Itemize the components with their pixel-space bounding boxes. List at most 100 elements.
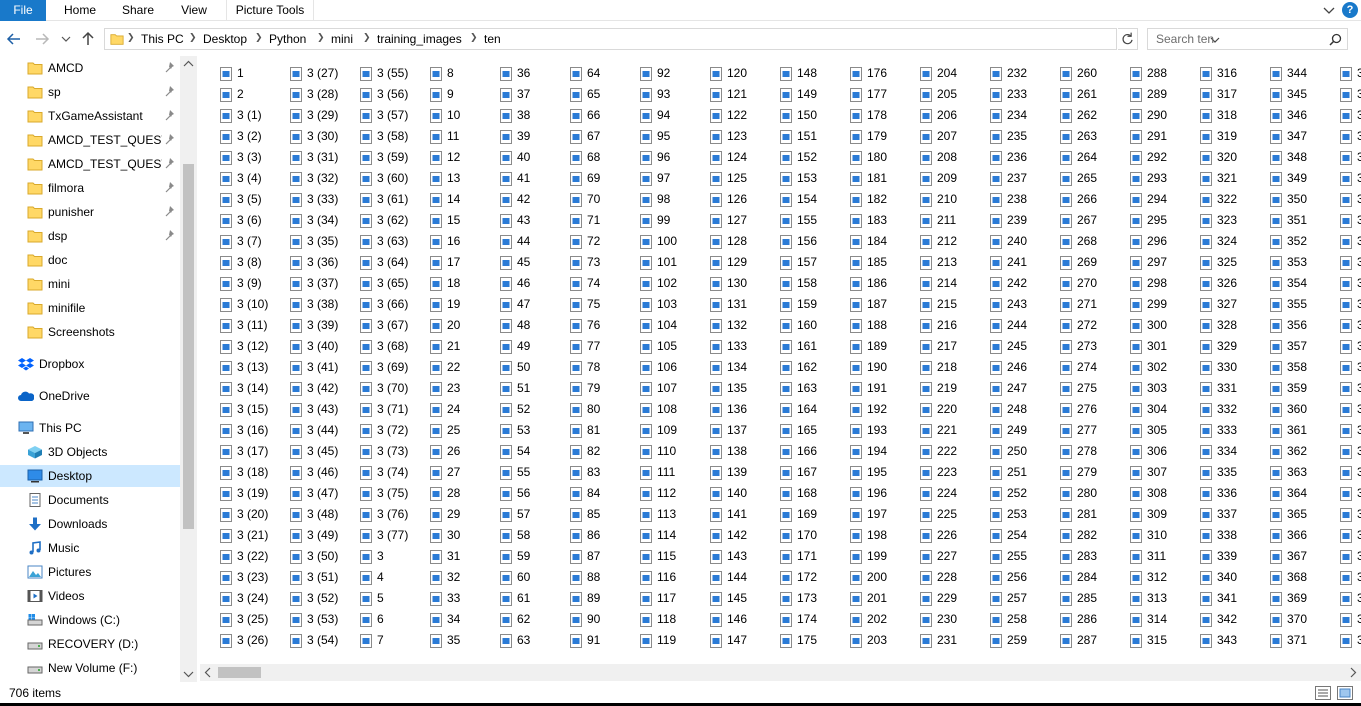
file-item[interactable]: 3 (1320, 440, 1361, 461)
file-item[interactable]: 193 (830, 419, 900, 440)
file-item[interactable]: 44 (480, 230, 550, 251)
tab-file[interactable]: File (0, 0, 46, 21)
file-item[interactable]: 94 (620, 104, 690, 125)
scroll-down-arrow-icon[interactable] (180, 665, 197, 682)
file-item[interactable]: 3 (43) (270, 398, 340, 419)
file-item[interactable]: 64 (550, 62, 620, 83)
file-item[interactable]: 321 (1180, 167, 1250, 188)
file-item[interactable]: 264 (1040, 146, 1110, 167)
file-item[interactable]: 240 (970, 230, 1040, 251)
file-item[interactable]: 209 (900, 167, 970, 188)
file-item[interactable]: 154 (760, 188, 830, 209)
file-item[interactable]: 262 (1040, 104, 1110, 125)
scroll-right-arrow-icon[interactable] (1344, 664, 1361, 681)
file-item[interactable]: 50 (480, 356, 550, 377)
file-item[interactable]: 3 (64) (340, 251, 410, 272)
file-item[interactable]: 52 (480, 398, 550, 419)
file-item[interactable]: 73 (550, 251, 620, 272)
file-item[interactable]: 41 (480, 167, 550, 188)
file-item[interactable]: 62 (480, 608, 550, 629)
breadcrumb-mini[interactable]: mini (331, 32, 353, 46)
file-item[interactable]: 37 (480, 83, 550, 104)
file-item[interactable]: 291 (1110, 125, 1180, 146)
breadcrumb-separator-icon[interactable]: ❯ (470, 32, 478, 43)
nav-item-amcd[interactable]: AMCD (0, 57, 180, 79)
file-item[interactable]: 3 (71) (340, 398, 410, 419)
file-item[interactable]: 3 (1320, 545, 1361, 566)
file-item[interactable]: 211 (900, 209, 970, 230)
pin-icon[interactable] (165, 230, 176, 241)
file-item[interactable]: 235 (970, 125, 1040, 146)
file-item[interactable]: 3 (31) (270, 146, 340, 167)
file-item[interactable]: 3 (41) (270, 356, 340, 377)
file-item[interactable]: 3 (11) (200, 314, 270, 335)
file-item[interactable]: 175 (760, 629, 830, 650)
file-item[interactable]: 371 (1250, 629, 1320, 650)
file-item[interactable]: 242 (970, 272, 1040, 293)
file-item[interactable]: 254 (970, 524, 1040, 545)
nav-item-sp[interactable]: sp (0, 81, 180, 103)
file-item[interactable]: 132 (690, 314, 760, 335)
file-item[interactable]: 272 (1040, 314, 1110, 335)
nav-item-doc[interactable]: doc (0, 249, 180, 271)
file-item[interactable]: 31 (410, 545, 480, 566)
horizontal-scrollbar[interactable] (200, 664, 1361, 681)
file-item[interactable]: 184 (830, 230, 900, 251)
file-item[interactable]: 170 (760, 524, 830, 545)
file-item[interactable]: 258 (970, 608, 1040, 629)
file-item[interactable]: 270 (1040, 272, 1110, 293)
file-item[interactable]: 171 (760, 545, 830, 566)
file-item[interactable]: 260 (1040, 62, 1110, 83)
file-item[interactable]: 182 (830, 188, 900, 209)
file-item[interactable]: 192 (830, 398, 900, 419)
pin-icon[interactable] (165, 158, 176, 169)
file-item[interactable]: 370 (1250, 608, 1320, 629)
file-item[interactable]: 248 (970, 398, 1040, 419)
file-item[interactable]: 188 (830, 314, 900, 335)
file-item[interactable]: 3 (33) (270, 188, 340, 209)
file-item[interactable]: 217 (900, 335, 970, 356)
file-item[interactable]: 143 (690, 545, 760, 566)
file-item[interactable]: 222 (900, 440, 970, 461)
file-item[interactable]: 82 (550, 440, 620, 461)
breadcrumb-desktop[interactable]: Desktop (203, 32, 247, 46)
file-item[interactable]: 3 (1320, 608, 1361, 629)
file-item[interactable]: 74 (550, 272, 620, 293)
file-item[interactable]: 343 (1180, 629, 1250, 650)
file-item[interactable]: 124 (690, 146, 760, 167)
file-item[interactable]: 140 (690, 482, 760, 503)
file-item[interactable]: 3 (1320, 356, 1361, 377)
file-item[interactable]: 29 (410, 503, 480, 524)
file-item[interactable]: 2 (200, 83, 270, 104)
file-item[interactable]: 8 (410, 62, 480, 83)
file-item[interactable]: 223 (900, 461, 970, 482)
file-item[interactable]: 302 (1110, 356, 1180, 377)
file-item[interactable]: 3 (1320, 335, 1361, 356)
file-item[interactable]: 160 (760, 314, 830, 335)
file-item[interactable]: 306 (1110, 440, 1180, 461)
file-item[interactable]: 3 (75) (340, 482, 410, 503)
file-item[interactable]: 30 (410, 524, 480, 545)
file-item[interactable]: 57 (480, 503, 550, 524)
file-item[interactable]: 214 (900, 272, 970, 293)
file-item[interactable]: 130 (690, 272, 760, 293)
file-item[interactable]: 233 (970, 83, 1040, 104)
file-item[interactable]: 3 (1320, 146, 1361, 167)
file-item[interactable]: 300 (1110, 314, 1180, 335)
file-item[interactable]: 12 (410, 146, 480, 167)
file-item[interactable]: 3 (26) (200, 629, 270, 650)
file-item[interactable]: 3 (15) (200, 398, 270, 419)
file-item[interactable]: 3 (76) (340, 503, 410, 524)
file-item[interactable]: 344 (1250, 62, 1320, 83)
file-item[interactable]: 127 (690, 209, 760, 230)
file-item[interactable]: 18 (410, 272, 480, 293)
file-item[interactable]: 35 (410, 629, 480, 650)
file-item[interactable]: 327 (1180, 293, 1250, 314)
file-item[interactable]: 361 (1250, 419, 1320, 440)
file-item[interactable]: 3 (52) (270, 587, 340, 608)
file-item[interactable]: 3 (5) (200, 188, 270, 209)
file-item[interactable]: 334 (1180, 440, 1250, 461)
file-item[interactable]: 145 (690, 587, 760, 608)
file-item[interactable]: 1 (200, 62, 270, 83)
file-item[interactable]: 3 (1320, 209, 1361, 230)
